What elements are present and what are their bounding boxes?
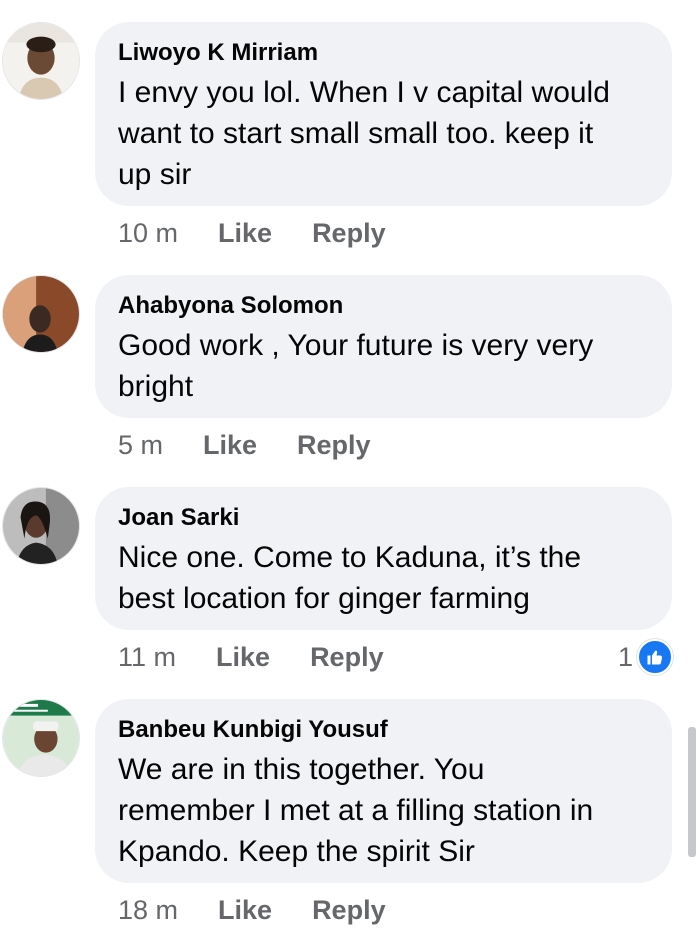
reply-button[interactable]: Reply — [312, 895, 386, 926]
comment-author[interactable]: Banbeu Kunbigi Yousuf — [118, 715, 650, 745]
scrollbar[interactable] — [688, 727, 696, 857]
comment-timestamp[interactable]: 10 m — [118, 218, 178, 249]
comment-text-line: Nice one. Come to Kaduna, it’s the — [118, 541, 582, 574]
comment-text-line: I envy you lol. When I v capital would — [118, 76, 610, 109]
like-button[interactable]: Like — [203, 430, 257, 461]
comment-text: Good work , Your future is very very bri… — [118, 325, 650, 407]
comment-actions: 5 m Like Reply — [118, 425, 371, 465]
comment-author[interactable]: Joan Sarki — [118, 503, 650, 533]
comment-bubble: Banbeu Kunbigi Yousuf We are in this tog… — [95, 699, 672, 883]
avatar-photo-icon — [3, 23, 79, 99]
comment-text-line: want to start small small too. keep it — [118, 117, 594, 150]
thumbs-up-icon — [637, 639, 673, 675]
comment-text-line: We are in this together. You — [118, 753, 485, 786]
comment-actions: 18 m Like Reply — [118, 890, 386, 930]
reply-button[interactable]: Reply — [312, 218, 386, 249]
comment-text: We are in this together. You remember I … — [118, 749, 650, 872]
comment-text: Nice one. Come to Kaduna, it’s the best … — [118, 537, 650, 619]
comment-bubble: Joan Sarki Nice one. Come to Kaduna, it’… — [95, 487, 672, 630]
avatar[interactable] — [2, 275, 80, 353]
avatar-photo-icon — [3, 276, 79, 352]
comment-text-line: up sir — [118, 158, 192, 191]
comment-timestamp[interactable]: 5 m — [118, 430, 163, 461]
avatar[interactable] — [2, 22, 80, 100]
reaction-summary[interactable]: 1 — [618, 637, 673, 677]
comment-text-line: Good work , Your future is very very — [118, 329, 594, 362]
reply-button[interactable]: Reply — [297, 430, 371, 461]
comment-timestamp[interactable]: 18 m — [118, 895, 178, 926]
like-button[interactable]: Like — [216, 642, 270, 673]
avatar-photo-icon — [3, 700, 79, 776]
comment-author[interactable]: Ahabyona Solomon — [118, 291, 650, 321]
avatar[interactable] — [2, 699, 80, 777]
reply-button[interactable]: Reply — [310, 642, 384, 673]
comment-actions: 10 m Like Reply — [118, 213, 386, 253]
comment-text-line: remember I met at a filling station in — [118, 794, 594, 827]
comment-text-line: best location for ginger farming — [118, 582, 530, 615]
comment-text-line: Kpando. Keep the spirit Sir — [118, 835, 475, 868]
avatar[interactable] — [2, 487, 80, 565]
comment-timestamp[interactable]: 11 m — [118, 642, 176, 673]
like-button[interactable]: Like — [218, 895, 272, 926]
reaction-count: 1 — [617, 641, 633, 672]
comment-bubble: Liwoyo K Mirriam I envy you lol. When I … — [95, 22, 672, 206]
comment-text-line: bright — [118, 370, 194, 403]
comment-actions: 11 m Like Reply — [118, 637, 384, 677]
comment-text: I envy you lol. When I v capital would w… — [118, 72, 650, 195]
avatar-photo-icon — [3, 488, 79, 564]
comment-author[interactable]: Liwoyo K Mirriam — [118, 38, 650, 68]
comment-bubble: Ahabyona Solomon Good work , Your future… — [95, 275, 672, 418]
like-button[interactable]: Like — [218, 218, 272, 249]
